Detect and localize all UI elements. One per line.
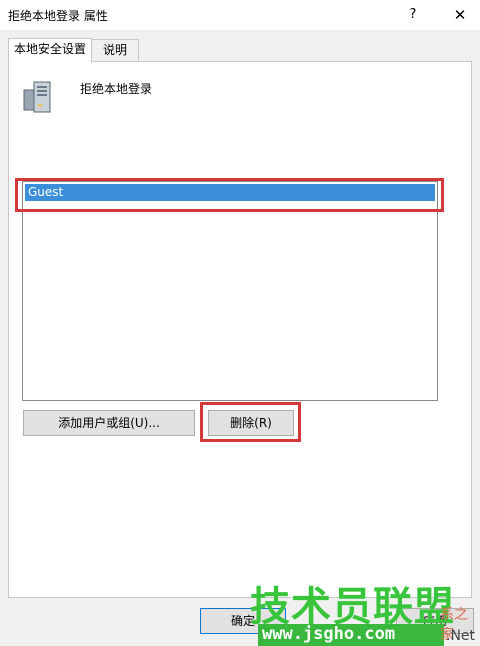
policy-name: 拒绝本地登录 [80,82,153,96]
watermark-url: www.jsgho.com [262,624,396,644]
highlight-box-remove [200,402,301,442]
title-bar: 拒绝本地登录 属性 ? ✕ [0,0,480,30]
watermark-net-text: .Net [446,628,476,644]
user-group-list[interactable]: Guest [22,181,438,401]
tab-explain[interactable]: 说明 [91,39,139,62]
add-user-or-group-button[interactable]: 添加用户或组(U)... [23,410,195,436]
highlight-box-guest [15,178,444,212]
close-button[interactable]: ✕ [440,0,480,30]
tab-local-security-setting[interactable]: 本地安全设置 [8,38,92,63]
window-title: 拒绝本地登录 属性 [8,9,108,23]
server-icon [23,81,51,113]
help-button[interactable]: ? [396,0,430,30]
